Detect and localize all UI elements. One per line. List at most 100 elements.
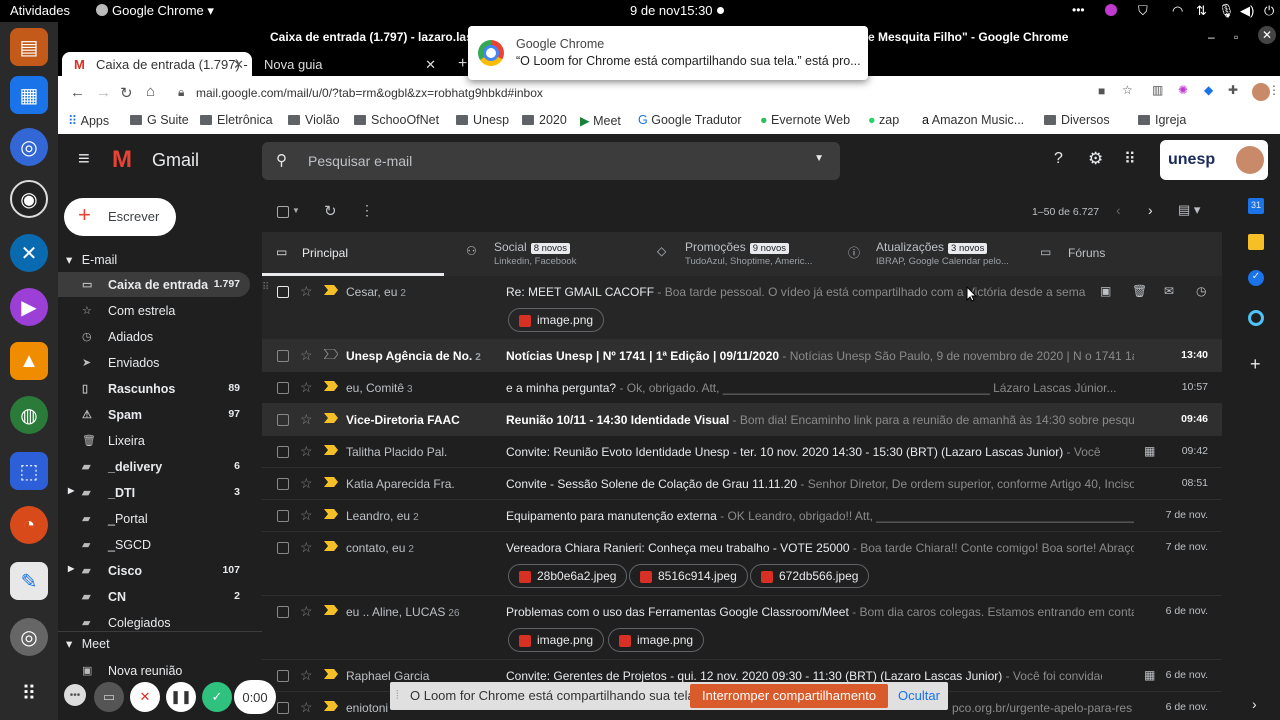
bookmark-folder[interactable]: SchooOfNet — [354, 113, 439, 127]
hide-button[interactable]: Ocultar — [898, 688, 940, 703]
shield-icon[interactable]: ⛉ — [1138, 3, 1148, 19]
screenshot-icon[interactable]: ⬚ — [10, 452, 48, 490]
desktop-notification[interactable]: Google Chrome “O Loom for Chrome está co… — [468, 26, 868, 80]
email-section-toggle[interactable]: ▾ E-mail — [66, 252, 117, 267]
tray-app-icon[interactable] — [1105, 4, 1117, 16]
firefox-icon[interactable]: ◔ — [10, 506, 48, 544]
globe-icon[interactable]: ◍ — [10, 396, 48, 434]
drag-handle-icon[interactable]: ⦙ — [396, 688, 399, 703]
expand-icon[interactable]: ▶ — [68, 564, 74, 573]
nav-inbox[interactable]: ▭ Caixa de entrada 1.797 — [58, 272, 250, 297]
important-marker-icon[interactable] — [324, 445, 338, 455]
attachment-chip[interactable]: 28b0e6a2.jpeg — [508, 564, 628, 588]
volume-icon[interactable]: ◀︎) — [1240, 3, 1254, 19]
nav-sent[interactable]: ➤ Enviados — [58, 350, 250, 375]
archive-icon[interactable]: ▣ — [1100, 284, 1111, 298]
split-pane-icon[interactable]: ▤ ▾ — [1178, 202, 1200, 218]
nav-trash[interactable]: 🗑︎ Lixeira — [58, 428, 250, 453]
extension-icon[interactable]: ▥ — [1152, 83, 1163, 97]
row-checkbox[interactable] — [277, 414, 289, 426]
star-icon[interactable]: ☆ — [300, 379, 313, 396]
stop-sharing-button[interactable]: Interromper compartilhamento — [690, 684, 889, 708]
tab-new[interactable]: Nova guia ✕ — [254, 52, 444, 76]
menu-icon[interactable]: ⋮ — [1268, 83, 1280, 97]
prev-page-icon[interactable]: ‹ — [1116, 202, 1121, 218]
network-icon[interactable]: ⇅ — [1196, 3, 1207, 19]
table-row[interactable]: ☆ Katia Aparecida Fra. Convite - Sessão … — [262, 468, 1222, 500]
important-marker-icon[interactable] — [324, 701, 338, 711]
omnibox[interactable]: 🔒︎ mail.google.com/mail/u/0/?tab=rm&ogbl… — [170, 80, 1120, 106]
microphone-icon[interactable]: 🎙︎ — [1218, 3, 1235, 19]
loom-menu-icon[interactable]: ••• — [64, 684, 86, 706]
select-dropdown-icon[interactable]: ▼ — [292, 206, 300, 215]
close-tab-icon[interactable]: ✕ — [425, 57, 436, 73]
extension-app-icon[interactable] — [1248, 310, 1264, 326]
bookmark-folder[interactable]: Unesp — [456, 113, 509, 127]
app-grid-icon[interactable]: ⠿ — [10, 674, 48, 712]
nav-label-delivery[interactable]: ▰ _delivery 6 — [58, 454, 250, 479]
attachment-chip[interactable]: image.png — [608, 628, 705, 652]
attachment-chip[interactable]: image.png — [508, 308, 605, 332]
gmail-logo-text[interactable]: Gmail — [152, 150, 199, 171]
bookmark-zap[interactable]: ● zap — [868, 113, 899, 127]
row-checkbox[interactable] — [277, 350, 289, 362]
nav-label-cn[interactable]: ▰ CN 2 — [58, 584, 250, 609]
account-switcher[interactable]: unesp — [1160, 140, 1268, 180]
expand-panel-icon[interactable]: › — [1252, 696, 1257, 712]
bookmark-translate[interactable]: G Google Tradutor — [638, 113, 742, 127]
star-icon[interactable]: ☆ — [300, 283, 313, 300]
avatar[interactable] — [1236, 146, 1264, 174]
bookmark-star-icon[interactable]: ☆ — [1122, 83, 1133, 97]
drag-handle-icon[interactable]: ⠿ — [262, 282, 269, 293]
reload-icon[interactable]: ↻ — [120, 84, 133, 102]
compose-button[interactable]: + Escrever — [64, 198, 176, 236]
camera-icon[interactable]: ■ — [1098, 84, 1105, 98]
table-row[interactable]: ☆ contato, eu 2 Vereadora Chiara Ranieri:… — [262, 532, 1222, 596]
activities-button[interactable]: Atividades — [10, 3, 70, 18]
snooze-icon[interactable]: ◷ — [1196, 284, 1206, 298]
nav-drafts[interactable]: ▯ Rascunhos 89 — [58, 376, 250, 401]
bookmark-folder[interactable]: G Suite — [130, 113, 189, 127]
keep-app-icon[interactable] — [1248, 234, 1264, 250]
row-checkbox[interactable] — [277, 382, 289, 394]
attachment-chip[interactable]: image.png — [508, 628, 605, 652]
nav-label-sgcd[interactable]: ▰ _SGCD — [58, 532, 250, 557]
star-icon[interactable]: ☆ — [300, 443, 313, 460]
extension-icon[interactable]: ◆ — [1204, 83, 1213, 97]
row-checkbox[interactable] — [277, 670, 289, 682]
row-checkbox[interactable] — [277, 542, 289, 554]
pause-icon[interactable]: ❚❚ — [166, 682, 196, 712]
forward-icon[interactable]: → — [96, 84, 111, 101]
important-marker-icon[interactable] — [324, 669, 338, 679]
row-checkbox[interactable] — [277, 702, 289, 714]
tab-primary[interactable]: ▭ Principal — [262, 232, 444, 276]
important-marker-icon[interactable] — [324, 509, 338, 519]
settings-gear-icon[interactable]: ⚙ — [1088, 149, 1103, 169]
star-icon[interactable]: ☆ — [300, 507, 313, 524]
mark-unread-icon[interactable]: ✉ — [1164, 284, 1174, 298]
chromium-icon[interactable]: ◎ — [10, 128, 48, 166]
star-icon[interactable]: ☆ — [300, 539, 313, 556]
google-apps-icon[interactable]: ⠿ — [1124, 149, 1136, 169]
meet-new-meeting[interactable]: ▣ Nova reunião — [58, 658, 250, 683]
maximize-icon[interactable]: ▫ — [1234, 30, 1238, 44]
dock-app-icon[interactable]: ▤ — [10, 28, 48, 66]
bookmark-folder[interactable]: Diversos — [1044, 113, 1110, 127]
attachment-chip[interactable]: 8516c914.jpeg — [629, 564, 748, 588]
table-row[interactable]: ☆ Talitha Placido Pal. Convite: Reunião … — [262, 436, 1222, 468]
search-options-icon[interactable]: ▼ — [814, 153, 824, 164]
home-icon[interactable]: ⌂ — [146, 83, 155, 100]
table-row[interactable]: ☆ Vice-Diretoria FAAC Reunião 10/11 - 14… — [262, 404, 1222, 436]
add-addon-icon[interactable]: + — [1250, 354, 1261, 375]
vlc-icon[interactable]: ▲ — [10, 342, 48, 380]
important-marker-icon[interactable] — [324, 541, 338, 551]
important-marker-icon[interactable] — [324, 413, 338, 423]
nav-label-portal[interactable]: ▰ _Portal — [58, 506, 250, 531]
bookmark-amazon-music[interactable]: a Amazon Music... — [922, 113, 1024, 127]
text-editor-icon[interactable]: ✎ — [10, 562, 48, 600]
meet-section-toggle[interactable]: ▾ Meet — [66, 636, 110, 651]
tasks-app-icon[interactable]: ✓ — [1248, 270, 1264, 286]
puzzle-icon[interactable]: ✚ — [1228, 83, 1238, 97]
bookmark-folder[interactable]: 2020 — [522, 113, 567, 127]
nav-label-dti[interactable]: ▶ ▰ _DTI 3 — [58, 480, 250, 505]
